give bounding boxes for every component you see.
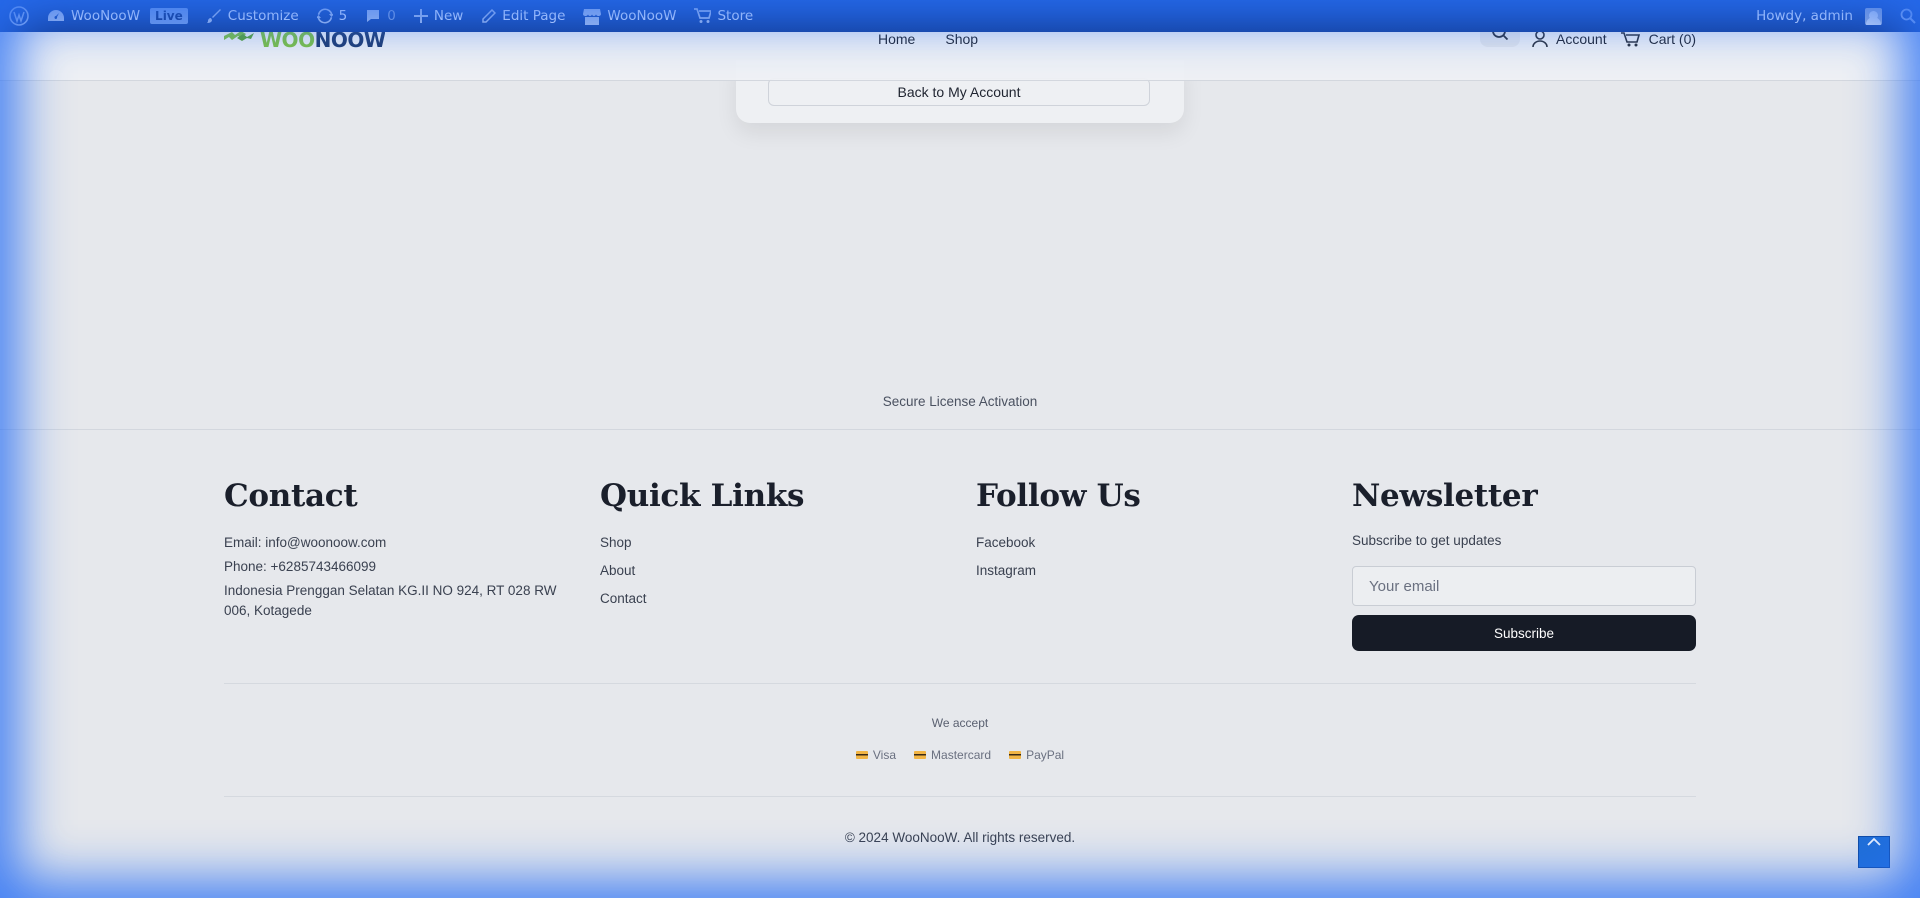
newsletter-subtitle: Subscribe to get updates bbox=[1352, 533, 1502, 548]
payment-visa: Visa bbox=[855, 748, 896, 762]
newsletter-email-input[interactable] bbox=[1352, 566, 1696, 606]
subscribe-button[interactable]: Subscribe bbox=[1352, 615, 1696, 651]
avatar bbox=[1865, 7, 1882, 25]
user-icon bbox=[1532, 32, 1548, 47]
admin-bar: WooNooW Live Customize 5 0 New Edit Page… bbox=[0, 0, 1920, 32]
storefront-icon bbox=[583, 8, 602, 25]
footer-link-shop[interactable]: Shop bbox=[600, 533, 940, 553]
wordpress-logo-icon[interactable] bbox=[0, 0, 38, 32]
cart-icon bbox=[1620, 32, 1640, 47]
footer-link-about[interactable]: About bbox=[600, 561, 940, 581]
account-link[interactable]: Account bbox=[1532, 32, 1607, 47]
new-content-link[interactable]: New bbox=[405, 0, 472, 32]
woonoow-link[interactable]: WooNooW bbox=[574, 0, 685, 32]
newsletter-title: Newsletter bbox=[1352, 478, 1538, 514]
secure-license-text: Secure License Activation bbox=[882, 394, 1038, 409]
site-logo[interactable]: WOONOOW bbox=[222, 32, 385, 48]
pencil-icon bbox=[482, 8, 497, 23]
credit-card-icon bbox=[1009, 751, 1022, 759]
site-name-menu[interactable]: WooNooW Live bbox=[38, 0, 197, 32]
payment-paypal: PayPal bbox=[1009, 748, 1064, 762]
contact-phone: Phone: +6285743466099 bbox=[224, 559, 377, 574]
search-icon bbox=[1900, 8, 1916, 24]
footer-contact: Contact Email: info@woonoow.com Phone: +… bbox=[224, 478, 564, 625]
comments-count: 0 bbox=[387, 8, 396, 24]
main-nav: Home Shop bbox=[878, 32, 978, 47]
screen-edge-glow bbox=[0, 0, 1920, 898]
contact-title: Contact bbox=[224, 478, 358, 514]
header-actions: Account Cart (0) bbox=[1480, 25, 1696, 47]
nav-home[interactable]: Home bbox=[878, 32, 915, 47]
copyright-text: © 2024 WooNooW. All rights reserved. bbox=[844, 830, 1076, 845]
footer-divider bbox=[0, 429, 1920, 430]
quick-links-title: Quick Links bbox=[600, 478, 805, 514]
refresh-icon bbox=[316, 8, 333, 24]
payment-methods: Visa Mastercard PayPal bbox=[0, 748, 1920, 762]
brush-icon bbox=[206, 9, 221, 23]
comments-link[interactable]: 0 bbox=[356, 0, 405, 32]
credit-card-icon bbox=[914, 751, 927, 759]
we-accept-label: We accept bbox=[931, 716, 989, 730]
dashboard-icon bbox=[48, 10, 64, 21]
footer-link-contact[interactable]: Contact bbox=[600, 589, 940, 609]
footer-link-instagram[interactable]: Instagram bbox=[976, 561, 1316, 581]
plus-icon bbox=[413, 9, 428, 23]
cart-icon bbox=[694, 8, 712, 23]
site-header: WOONOOW Home Shop Account Cart (0) bbox=[0, 25, 1920, 81]
footer-follow: Follow Us Facebook Instagram bbox=[976, 478, 1316, 589]
howdy-text: Howdy, admin bbox=[1756, 8, 1853, 24]
follow-title: Follow Us bbox=[976, 478, 1141, 514]
admin-search-button[interactable] bbox=[1891, 0, 1920, 32]
customize-link[interactable]: Customize bbox=[197, 0, 308, 32]
my-account-menu[interactable]: Howdy, admin bbox=[1747, 0, 1891, 32]
footer-newsletter: Newsletter Subscribe to get updates Subs… bbox=[1352, 478, 1696, 651]
footer-quick-links: Quick Links Shop About Contact bbox=[600, 478, 940, 617]
footer-link-facebook[interactable]: Facebook bbox=[976, 533, 1316, 553]
scroll-to-top-button[interactable] bbox=[1858, 836, 1890, 868]
nav-shop[interactable]: Shop bbox=[945, 32, 978, 47]
edit-page-link[interactable]: Edit Page bbox=[472, 0, 574, 32]
chevron-up-icon bbox=[1867, 837, 1881, 846]
store-link[interactable]: Store bbox=[685, 0, 762, 32]
payment-mastercard: Mastercard bbox=[914, 748, 991, 762]
credit-card-icon bbox=[855, 751, 868, 759]
live-badge: Live bbox=[150, 8, 188, 24]
back-to-account-button[interactable]: Back to My Account bbox=[768, 78, 1150, 106]
footer-divider-3 bbox=[224, 796, 1696, 797]
footer-divider-2 bbox=[224, 683, 1696, 684]
contact-email: Email: info@woonoow.com bbox=[224, 535, 387, 550]
updates-link[interactable]: 5 bbox=[308, 0, 357, 32]
logo-mark-icon bbox=[224, 32, 254, 41]
site-name: WooNooW bbox=[71, 8, 141, 24]
updates-count: 5 bbox=[338, 8, 348, 24]
contact-address: Indonesia Prenggan Selatan KG.II NO 924,… bbox=[224, 583, 557, 618]
cart-link[interactable]: Cart (0) bbox=[1620, 32, 1696, 47]
comment-icon bbox=[367, 10, 380, 22]
